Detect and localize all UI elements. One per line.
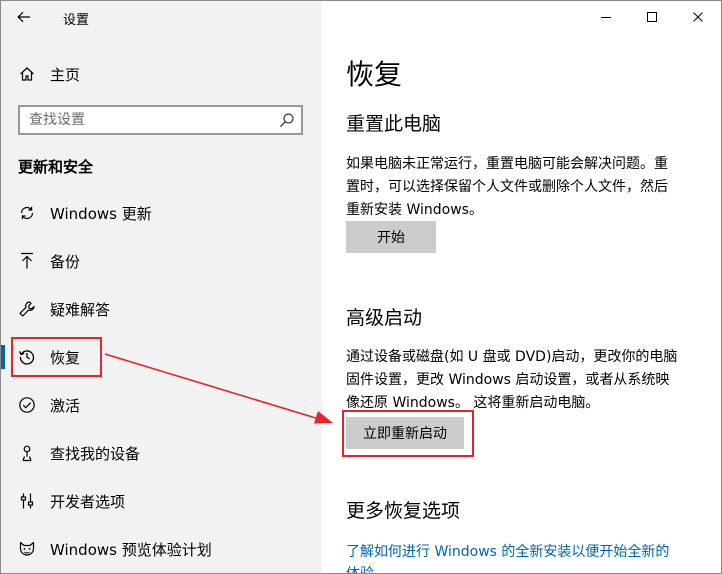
annotation-arrow xyxy=(104,353,333,424)
settings-window: 设置 主页 更新和安全 Windows 更新 备份 xyxy=(0,0,722,574)
